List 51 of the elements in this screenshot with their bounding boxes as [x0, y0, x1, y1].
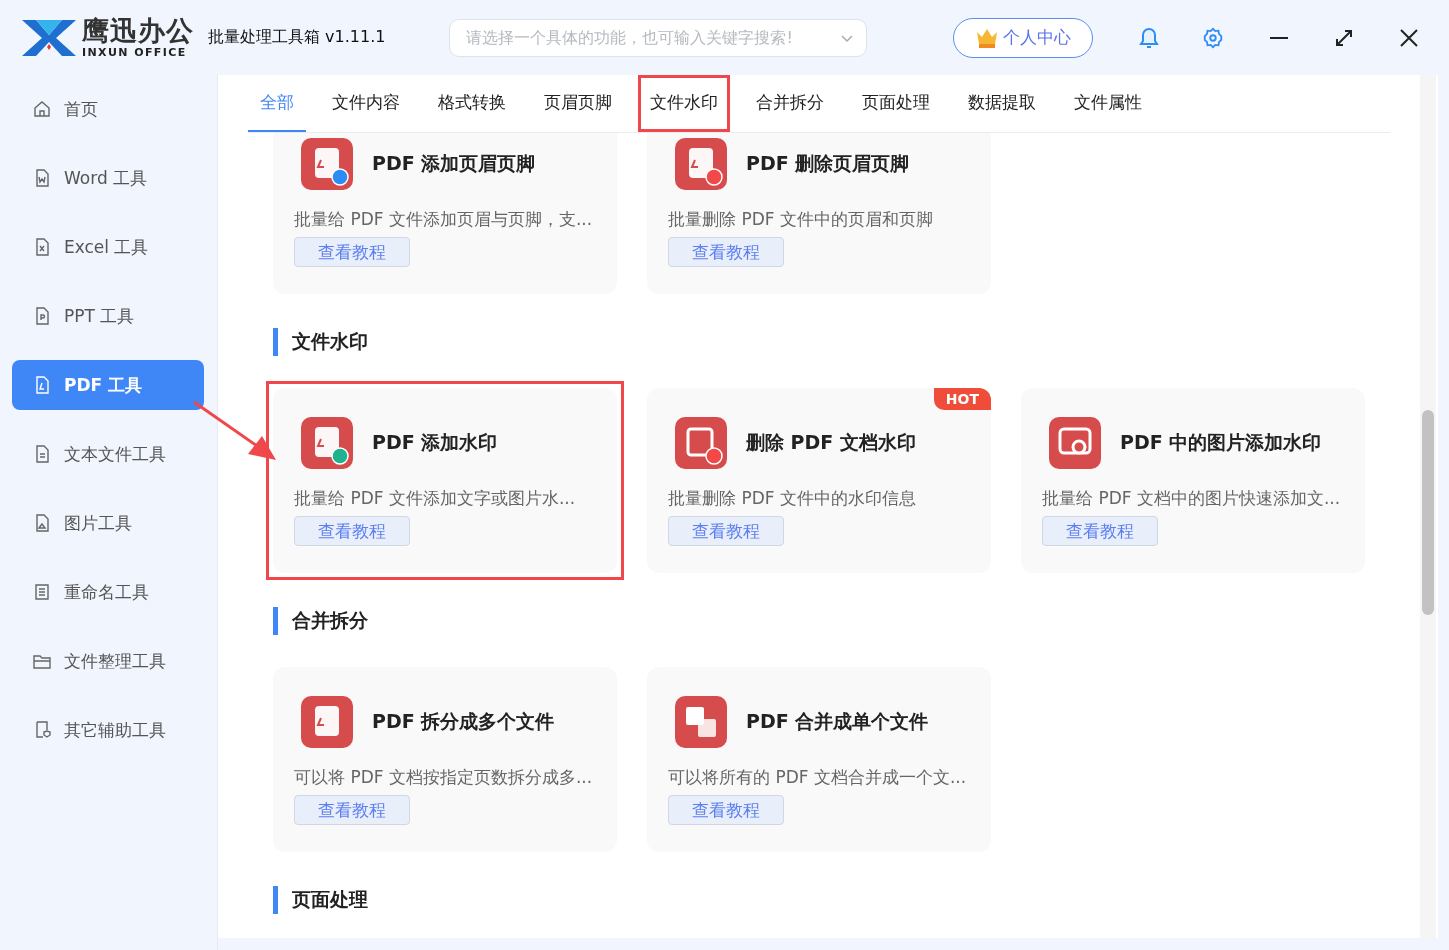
pdf-tool-icon [301, 138, 353, 190]
category-tab[interactable]: 页面处理 [850, 75, 942, 132]
card-description: 批量给 PDF 文件添加文字或图片水... [294, 487, 577, 510]
category-tab[interactable]: 页眉页脚 [532, 75, 624, 132]
card-description: 可以将所有的 PDF 文档合并成一个文... [668, 766, 968, 789]
card-title: PDF 合并成单个文件 [746, 709, 929, 734]
list-icon [32, 582, 52, 602]
pdf-tool-icon [301, 417, 353, 469]
card-description: 可以将 PDF 文档按指定页数拆分成多... [294, 766, 594, 789]
card-title: PDF 中的图片添加水印 [1120, 430, 1322, 455]
scrollbar-thumb[interactable] [1422, 410, 1434, 615]
sidebar-item[interactable]: 文件整理工具 [12, 636, 204, 686]
sidebar-item[interactable]: 其它辅助工具 [12, 705, 204, 755]
sidebar-item[interactable]: Word 工具 [12, 153, 204, 203]
tool-card[interactable]: PDF 添加水印 批量给 PDF 文件添加文字或图片水... 查看教程 [266, 381, 624, 580]
card-title: 删除 PDF 文档水印 [746, 430, 916, 455]
hot-badge: HOT [933, 388, 991, 410]
home-icon [32, 99, 52, 119]
card-title: PDF 添加页眉页脚 [372, 151, 536, 176]
card-title: PDF 拆分成多个文件 [372, 709, 555, 734]
user-center-button[interactable]: 个人中心 [953, 17, 1094, 58]
logo-name: 鹰迅办公 [82, 17, 194, 44]
pdf-tool-icon [675, 417, 727, 469]
pdf-tool-icon [1049, 417, 1101, 469]
pdf-tool-icon [301, 696, 353, 748]
pdf-tool-icon [675, 138, 727, 190]
sidebar-item[interactable]: 首页 [12, 84, 204, 134]
app-title: 批量处理工具箱 v1.11.1 [208, 27, 386, 48]
card-description: 批量给 PDF 文档中的图片快速添加文... [1042, 487, 1342, 510]
category-tab[interactable]: 合并拆分 [744, 75, 836, 132]
sidebar-item[interactable]: 文本文件工具 [12, 429, 204, 479]
logo-icon [22, 19, 76, 56]
search-field[interactable]: 请选择一个具体的功能，也可输入关键字搜索! [449, 18, 868, 57]
card-description: 批量给 PDF 文件添加页眉与页脚，支... [294, 208, 594, 231]
sidebar-item[interactable]: PPT 工具 [12, 291, 204, 341]
pdf-tool-icon [675, 696, 727, 748]
sidebar-item[interactable]: PDF 工具 [12, 360, 204, 410]
category-tab[interactable]: 文件水印 [638, 75, 730, 132]
category-tab[interactable]: 文件属性 [1062, 75, 1154, 132]
sidebar-item[interactable]: 重命名工具 [12, 567, 204, 617]
sidebar-item[interactable]: Excel 工具 [12, 222, 204, 272]
card-title: PDF 添加水印 [372, 430, 498, 455]
category-tab[interactable]: 格式转换 [426, 75, 518, 132]
bell-icon[interactable] [1137, 25, 1162, 50]
card-title: PDF 删除页眉页脚 [746, 151, 910, 176]
category-tab[interactable]: 文件内容 [320, 75, 412, 132]
category-tab[interactable]: 数据提取 [956, 75, 1048, 132]
card-description: 批量删除 PDF 文件中的水印信息 [668, 487, 917, 510]
logo-subtitle: INXUN OFFICE [82, 47, 188, 58]
card-description: 批量删除 PDF 文件中的页眉和页脚 [668, 208, 934, 231]
sidebar-item[interactable]: 图片工具 [12, 498, 204, 548]
